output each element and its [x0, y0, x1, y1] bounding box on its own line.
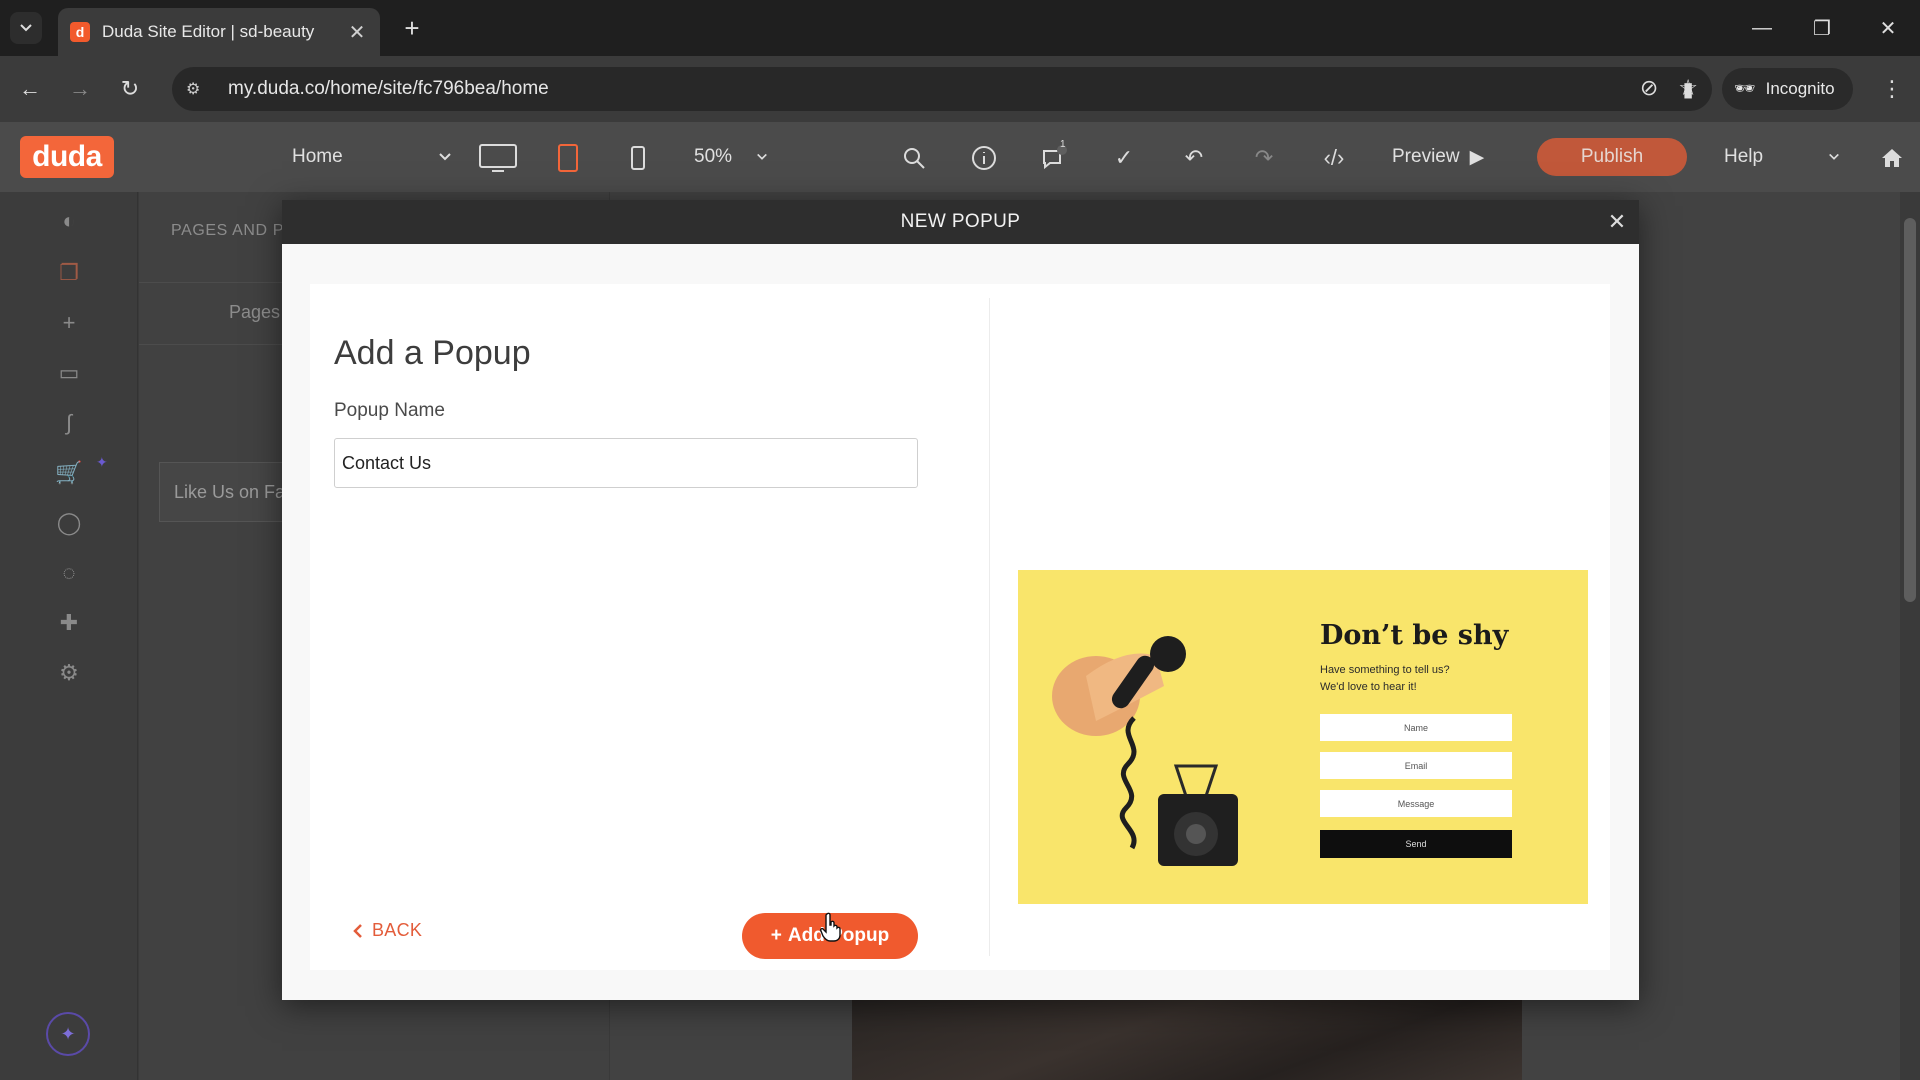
- user-icon[interactable]: ◯: [52, 506, 86, 540]
- chevron-left-icon: [353, 923, 362, 938]
- page-select-value: Home: [292, 146, 343, 167]
- tab-title: Duda Site Editor | sd-beauty: [102, 22, 315, 41]
- tab-search-button[interactable]: [10, 12, 42, 44]
- minimize-icon[interactable]: —: [1742, 8, 1782, 48]
- editor-toolbar: duda Home 50% 1 ✓ ↶ ↷ ‹/› Preview ▶ Publ…: [0, 122, 1920, 192]
- chevron-down-icon: [1829, 153, 1839, 160]
- incognito-icon: 🕶: [1734, 79, 1756, 98]
- desktop-view-icon[interactable]: [478, 138, 518, 178]
- modal-title: NEW POPUP: [900, 211, 1021, 232]
- info-icon[interactable]: [964, 138, 1004, 178]
- preview-title: Don’t be shy: [1320, 620, 1509, 651]
- page-select-dropdown[interactable]: Home: [292, 140, 452, 174]
- preview-subtitle: Have something to tell us? We'd love to …: [1320, 662, 1520, 695]
- tab-close-icon[interactable]: ✕: [346, 20, 368, 45]
- notification-count: 1: [1060, 139, 1066, 150]
- restore-icon[interactable]: ❐: [1802, 8, 1842, 48]
- modal-body: Add a Popup Popup Name BACK + Add Popup: [310, 284, 1610, 970]
- comments-icon[interactable]: 1: [1034, 138, 1074, 178]
- form-heading: Add a Popup: [334, 334, 531, 372]
- code-icon[interactable]: ‹/›: [1314, 138, 1354, 178]
- scrollbar-thumb[interactable]: [1904, 218, 1916, 602]
- zoom-dropdown[interactable]: 50%: [694, 140, 768, 174]
- popup-template-preview: Don’t be shy Have something to tell us? …: [1018, 570, 1588, 904]
- preview-subtitle-line: We'd love to hear it!: [1320, 680, 1417, 693]
- sparkle-icon: ✦: [60, 1023, 76, 1044]
- panel-title: PAGES AND P: [171, 222, 285, 239]
- hand-cursor-icon: [820, 912, 841, 942]
- browser-menu-icon[interactable]: ⋮: [1876, 73, 1908, 105]
- back-arrow-icon[interactable]: ←: [14, 73, 46, 105]
- left-icon-rail: ◐ ❐ + ▭ ∫ 🛒 ✦ ◯ ◌ ✚ ⚙: [0, 192, 138, 1080]
- play-icon: ▶: [1469, 146, 1485, 168]
- eye-off-icon[interactable]: ⊘: [1640, 75, 1658, 101]
- chevron-down-icon: [439, 153, 451, 161]
- cart-icon[interactable]: 🛒: [52, 456, 86, 490]
- popup-name-input[interactable]: [334, 438, 918, 488]
- home-icon[interactable]: [1872, 138, 1912, 178]
- preview-name-field: Name: [1320, 714, 1512, 741]
- chevron-down-icon: [757, 153, 767, 160]
- brush-icon[interactable]: ∫: [52, 406, 86, 440]
- url-text[interactable]: my.duda.co/home/site/fc796bea/home: [228, 78, 549, 100]
- publish-button[interactable]: Publish: [1537, 138, 1687, 176]
- incognito-label: Incognito: [1765, 79, 1835, 98]
- undo-icon[interactable]: ↶: [1174, 138, 1214, 178]
- tab-pages[interactable]: Pages: [229, 302, 280, 323]
- canvas-hero-image: [852, 1000, 1522, 1080]
- zoom-value: 50%: [694, 146, 733, 167]
- window-close-icon[interactable]: ✕: [1868, 8, 1908, 48]
- preview-button[interactable]: Preview ▶: [1392, 140, 1484, 174]
- preview-label: Preview: [1392, 146, 1460, 167]
- browser-tab-bar: d Duda Site Editor | sd-beauty ✕ + — ❐ ✕: [0, 0, 1920, 56]
- redo-icon[interactable]: ↷: [1244, 138, 1284, 178]
- puzzle-icon[interactable]: ✚: [52, 606, 86, 640]
- close-icon[interactable]: ✕: [1602, 207, 1632, 237]
- modal-header: NEW POPUP ✕: [282, 200, 1639, 244]
- modal-divider: [989, 298, 990, 956]
- preview-email-field: Email: [1320, 752, 1512, 779]
- help-label: Help: [1724, 146, 1764, 167]
- help-dropdown[interactable]: Help: [1724, 140, 1840, 174]
- new-tab-button[interactable]: +: [396, 12, 428, 44]
- reload-icon[interactable]: ↻: [114, 73, 146, 105]
- mobile-view-icon[interactable]: [618, 138, 658, 178]
- duda-favicon-icon: d: [70, 22, 90, 42]
- tablet-view-icon[interactable]: [548, 138, 588, 178]
- back-button[interactable]: BACK: [352, 920, 422, 941]
- browser-tab[interactable]: d Duda Site Editor | sd-beauty ✕: [58, 8, 380, 56]
- back-label: BACK: [372, 920, 423, 940]
- preview-send-button: Send: [1320, 830, 1512, 858]
- incognito-badge[interactable]: 🕶 Incognito: [1722, 68, 1853, 110]
- browser-address-bar: ← → ↻ ⚙ my.duda.co/home/site/fc796bea/ho…: [0, 56, 1920, 122]
- chevron-down-icon: [20, 24, 32, 32]
- palette-icon[interactable]: ◐: [52, 204, 86, 238]
- pages-icon[interactable]: ❐: [52, 256, 86, 290]
- site-settings-icon[interactable]: ⚙: [186, 79, 212, 99]
- add-icon[interactable]: +: [52, 306, 86, 340]
- duda-logo[interactable]: duda: [20, 136, 114, 178]
- telephone-illustration: [1052, 636, 1238, 866]
- side-panel-icon[interactable]: ▮: [1672, 73, 1704, 105]
- chat-icon[interactable]: ◌: [52, 556, 86, 590]
- preview-message-field: Message: [1320, 790, 1512, 817]
- checkmark-icon[interactable]: ✓: [1104, 138, 1144, 178]
- omnibox[interactable]: ⚙ my.duda.co/home/site/fc796bea/home ⊘ ☆: [172, 67, 1712, 111]
- folder-icon[interactable]: ▭: [52, 356, 86, 390]
- settings-gear-icon[interactable]: ⚙: [52, 656, 86, 690]
- new-popup-modal: NEW POPUP ✕ Add a Popup Popup Name BACK …: [282, 200, 1639, 1000]
- preview-subtitle-line: Have something to tell us?: [1320, 664, 1450, 676]
- ai-assistant-button[interactable]: ✦: [46, 1012, 90, 1056]
- forward-arrow-icon[interactable]: →: [64, 73, 96, 105]
- plus-icon: +: [770, 925, 782, 946]
- search-icon[interactable]: [894, 138, 934, 178]
- sparkle-icon: ✦: [96, 454, 108, 470]
- popup-name-label: Popup Name: [334, 400, 445, 421]
